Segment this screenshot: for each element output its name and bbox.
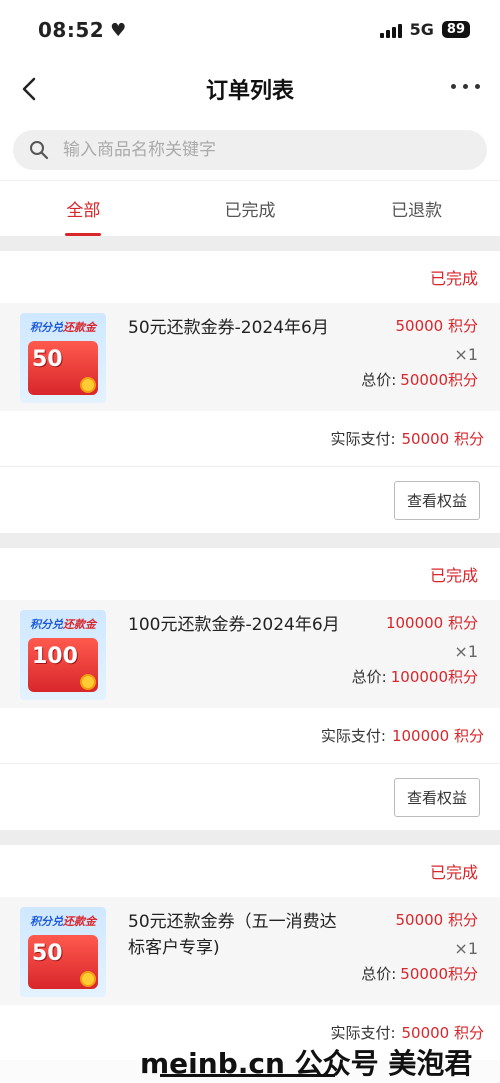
coin-icon (80, 674, 96, 690)
tab-label: 已退款 (391, 201, 443, 221)
order-card[interactable]: 已完成 积分兑还款金 50 50元还款金券（五一消费达标客户专享) 50000 … (0, 845, 500, 1061)
search-section (0, 118, 500, 180)
thumb-tag: 积分兑还款金 (30, 618, 96, 631)
product-total: 总价: 100000积分 (352, 666, 478, 687)
payment-value: 100000 积分 (391, 727, 484, 745)
tab-completed[interactable]: 已完成 (167, 181, 334, 236)
order-status: 已完成 (429, 269, 478, 288)
thumb-amount: 50 (32, 941, 63, 966)
product-image: 积分兑还款金 50 (20, 907, 106, 997)
section-gap (0, 533, 500, 548)
product-price: 50000 积分 (395, 317, 479, 335)
page-title: 订单列表 (205, 79, 294, 104)
section-gap (0, 830, 500, 845)
status-time: 08:52 (38, 18, 105, 42)
coin-icon (80, 971, 96, 987)
back-button[interactable] (14, 72, 44, 106)
status-bar: 08:52 ♥ 5G 89 (0, 0, 500, 60)
order-card[interactable]: 已完成 积分兑还款金 50 50元还款金券-2024年6月 50000 积分 ×… (0, 251, 500, 533)
more-button[interactable] (451, 84, 480, 89)
product-price: 50000 积分 (395, 911, 479, 929)
product-quantity: ×1 (454, 939, 478, 958)
status-indicators: 5G 89 (379, 20, 470, 39)
product-price: 100000 积分 (385, 614, 478, 632)
order-actions: 查看权益 (0, 467, 500, 533)
tab-active-indicator (65, 233, 102, 236)
tab-label: 已完成 (224, 201, 276, 221)
product-total: 总价: 50000积分 (361, 369, 478, 390)
payment-value: 50000 积分 (401, 430, 485, 448)
thumb-tag: 积分兑还款金 (30, 321, 96, 334)
search-input[interactable] (63, 140, 443, 160)
actual-payment: 实际支付: 50000 积分 (0, 411, 500, 467)
search-box[interactable] (13, 130, 487, 170)
tab-refunded[interactable]: 已退款 (333, 181, 500, 236)
total-value: 50000积分 (400, 965, 478, 983)
order-card[interactable]: 已完成 积分兑还款金 100 100元还款金券-2024年6月 100000 积… (0, 548, 500, 830)
battery-icon: 89 (441, 21, 470, 38)
product-image: 积分兑还款金 100 (20, 610, 106, 700)
more-icon (451, 84, 456, 89)
order-actions: 查看权益 (0, 764, 500, 830)
product-name: 50元还款金券（五一消费达标客户专享) (128, 912, 337, 958)
search-icon (30, 141, 49, 160)
thumb-amount: 100 (32, 644, 78, 669)
signal-icon (379, 22, 402, 38)
payment-label: 实际支付: (320, 727, 386, 745)
network-type: 5G (409, 20, 434, 39)
total-label: 总价: (361, 965, 397, 983)
payment-label: 实际支付: (330, 1024, 396, 1042)
tab-label: 全部 (66, 201, 101, 221)
nav-bar: 订单列表 (0, 60, 500, 118)
product-quantity: ×1 (454, 345, 478, 364)
product-row[interactable]: 积分兑还款金 50 50元还款金券-2024年6月 50000 积分 ×1 总价… (0, 303, 500, 411)
view-benefits-button[interactable]: 查看权益 (393, 777, 480, 817)
payment-value: 50000 积分 (401, 1024, 485, 1042)
coin-icon (80, 377, 96, 393)
total-value: 100000积分 (390, 668, 478, 686)
thumb-tag: 积分兑还款金 (30, 915, 96, 928)
order-status: 已完成 (429, 863, 478, 882)
view-benefits-button[interactable]: 查看权益 (393, 480, 480, 520)
total-value: 50000积分 (400, 371, 478, 389)
product-name: 100元还款金券-2024年6月 (128, 615, 340, 635)
product-name: 50元还款金券-2024年6月 (128, 318, 329, 338)
thumb-amount: 50 (32, 347, 63, 372)
tab-all[interactable]: 全部 (0, 181, 167, 236)
section-gap (0, 236, 500, 251)
watermark-underline (160, 1074, 335, 1077)
actual-payment: 实际支付: 100000 积分 (0, 708, 500, 764)
product-row[interactable]: 积分兑还款金 100 100元还款金券-2024年6月 100000 积分 ×1… (0, 600, 500, 708)
order-tabs: 全部 已完成 已退款 (0, 180, 500, 236)
order-status: 已完成 (429, 566, 478, 585)
payment-label: 实际支付: (330, 430, 396, 448)
product-row[interactable]: 积分兑还款金 50 50元还款金券（五一消费达标客户专享) 50000 积分 ×… (0, 897, 500, 1005)
chevron-left-icon (22, 77, 36, 101)
product-total: 总价: 50000积分 (361, 963, 478, 984)
total-label: 总价: (361, 371, 397, 389)
product-image: 积分兑还款金 50 (20, 313, 106, 403)
total-label: 总价: (351, 668, 387, 686)
product-quantity: ×1 (454, 642, 478, 661)
heart-icon: ♥ (110, 19, 127, 41)
